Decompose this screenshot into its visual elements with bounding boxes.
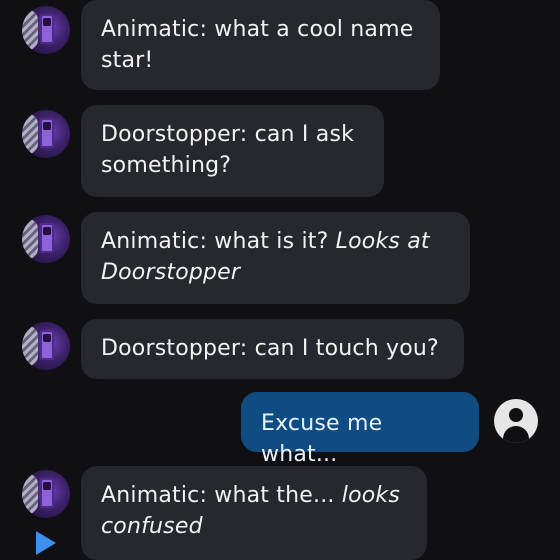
user-avatar-icon[interactable] [494, 399, 538, 443]
message-action: Doorstopper [101, 260, 241, 285]
message-action: confused [101, 514, 203, 539]
avatar-figure [40, 478, 54, 508]
message-bubble[interactable]: Animatic: what the... looks confused [81, 466, 427, 560]
message-bubble[interactable]: Doorstopper: can I touch you? [81, 319, 464, 379]
user-avatar-body [503, 426, 529, 443]
avatar-figure [40, 118, 54, 148]
avatar-art [22, 474, 38, 514]
user-avatar-head [509, 408, 523, 422]
message-text: Animatic: what is it? [101, 229, 336, 254]
avatar-art [22, 326, 38, 366]
avatar-figure [40, 14, 54, 44]
chat-log: Animatic: what a cool name star! Doorsto… [0, 0, 560, 560]
message-bubble[interactable]: Animatic: what is it? Looks at Doorstopp… [81, 212, 470, 304]
message-line: Animatic: what the... looks [101, 480, 407, 511]
message-line: Animatic: what a cool name [101, 17, 414, 42]
message-line: Excuse me what... [261, 411, 383, 467]
avatar-art [22, 219, 38, 259]
animatic-avatar[interactable] [22, 6, 70, 54]
message-line: Doorstopper: can I ask [101, 122, 355, 147]
message-line: Animatic: what is it? Looks at [101, 226, 450, 257]
user-message-bubble[interactable]: Excuse me what... [241, 392, 479, 467]
message-action: looks [341, 483, 401, 508]
avatar-figure [40, 330, 54, 360]
message-bubble[interactable]: Doorstopper: can I ask something? [81, 105, 384, 197]
message-bubble[interactable]: Animatic: what a cool name star! [81, 0, 440, 90]
doorstopper-avatar[interactable] [22, 322, 70, 370]
avatar-art [22, 10, 38, 50]
message-line: something? [101, 153, 232, 178]
message-line: Doorstopper: can I touch you? [101, 336, 439, 361]
animatic-avatar[interactable] [22, 215, 70, 263]
play-icon[interactable] [36, 531, 56, 555]
message-text: Animatic: what the... [101, 483, 342, 508]
message-action: Looks at [335, 229, 430, 254]
avatar-art [22, 114, 38, 154]
doorstopper-avatar[interactable] [22, 110, 70, 158]
animatic-avatar[interactable] [22, 470, 70, 518]
message-line: star! [101, 48, 154, 73]
avatar-figure [40, 223, 54, 253]
